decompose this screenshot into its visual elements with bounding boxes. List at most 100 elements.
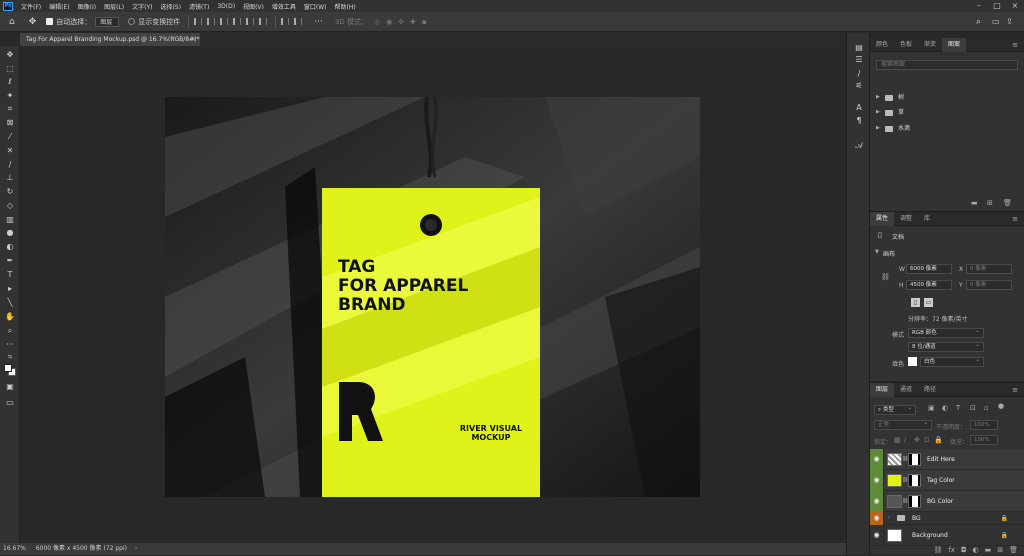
align-left-icon[interactable] [194, 18, 203, 25]
tab-libraries[interactable]: 库 [918, 212, 936, 226]
fill-field[interactable]: 100% [970, 435, 998, 445]
glyphs-icon[interactable]: 𝒜 [854, 141, 864, 151]
menu-file[interactable]: 文件(F) [17, 2, 45, 11]
pattern-folder-grass[interactable]: ▶ 草 [876, 106, 1018, 119]
opacity-field[interactable]: 100% [970, 420, 998, 430]
align-bottom-icon[interactable] [259, 18, 268, 25]
lock-position-icon[interactable]: ✥ [914, 436, 920, 444]
align-right-icon[interactable] [220, 18, 229, 25]
pen-tool-icon[interactable]: ✒ [4, 256, 16, 266]
layer-mask-thumbnail[interactable] [908, 494, 921, 508]
history-brush-tool-icon[interactable]: ↻ [4, 187, 16, 197]
new-group-icon[interactable]: ▬ [985, 546, 992, 554]
distribute-icon[interactable] [294, 18, 303, 25]
menu-view[interactable]: 视图(V) [239, 2, 268, 11]
add-mask-icon[interactable]: ◘ [961, 546, 967, 554]
filter-type-icon[interactable]: T [956, 404, 960, 412]
foreground-color-swatch[interactable] [4, 364, 12, 372]
new-layer-icon[interactable]: ⊞ [997, 546, 1003, 554]
quick-mask-icon[interactable]: ▣ [4, 382, 16, 392]
bit-depth-select[interactable]: 8 位/通道 [908, 341, 984, 352]
portrait-orientation-icon[interactable]: ▯ [911, 298, 920, 307]
fill-select[interactable]: 白色 [920, 356, 984, 367]
new-group-icon[interactable]: ▬ [971, 199, 978, 207]
eraser-tool-icon[interactable]: ◇ [4, 201, 16, 211]
menu-edit[interactable]: 编辑(E) [45, 2, 73, 11]
x-field[interactable]: 0 像素 [966, 264, 1012, 274]
canvas-area[interactable]: TAG FOR APPAREL BRAND RIVER VISUAL MOCKU… [21, 46, 846, 543]
delete-icon[interactable]: 🗑 [1003, 199, 1012, 207]
menu-image[interactable]: 图像(I) [74, 2, 100, 11]
crop-tool-icon[interactable]: ⌗ [4, 104, 16, 114]
panel-menu-icon[interactable]: ≡ [1012, 212, 1018, 226]
auto-select-checkbox[interactable]: 自动选择： [46, 17, 91, 27]
tab-color[interactable]: 颜色 [870, 38, 894, 52]
visibility-eye-icon[interactable]: ◉ [870, 448, 884, 470]
document-canvas[interactable]: TAG FOR APPAREL BRAND RIVER VISUAL MOCKU… [165, 97, 700, 497]
tab-channels[interactable]: 通道 [894, 383, 918, 397]
visibility-eye-icon[interactable]: ◉ [870, 490, 884, 512]
frame-tool-icon[interactable]: ⊠ [4, 118, 16, 128]
dodge-tool-icon[interactable]: ◐ [4, 242, 16, 252]
expand-icon[interactable]: ▶ [876, 122, 882, 135]
link-layers-icon[interactable]: ⛓ [933, 546, 942, 554]
healing-tool-icon[interactable]: ✕ [4, 146, 16, 156]
document-tab[interactable]: Tag For Apparel Branding Mockup.psd @ 16… [20, 33, 200, 46]
expand-icon[interactable]: ▶ [876, 91, 882, 104]
landscape-orientation-icon[interactable]: ▭ [924, 298, 933, 307]
eyedropper-tool-icon[interactable]: ⁄ [4, 132, 16, 142]
3d-orbit-icon[interactable]: ◎ [374, 18, 380, 26]
align-top-icon[interactable] [233, 18, 242, 25]
3d-slide-icon[interactable]: ✚ [410, 18, 416, 26]
fill-color-swatch[interactable] [908, 357, 917, 366]
home-icon[interactable]: ⌂ [9, 17, 15, 27]
menu-help[interactable]: 帮助(H) [331, 2, 360, 11]
lasso-tool-icon[interactable]: ℓ [4, 77, 16, 87]
width-field[interactable]: 6000 像素 [906, 264, 952, 274]
lock-all-icon[interactable]: 🔒 [934, 436, 943, 444]
align-center-icon[interactable] [207, 18, 216, 25]
tab-patterns[interactable]: 图案 [942, 37, 967, 52]
layer-style-icon[interactable]: fx [948, 546, 955, 554]
line-tool-icon[interactable]: ╲ [4, 298, 16, 308]
link-icon[interactable]: ⛓ [881, 273, 890, 281]
maximize-icon[interactable]: □ [988, 0, 1006, 12]
3d-roll-icon[interactable]: ◉ [386, 18, 392, 26]
blur-tool-icon[interactable]: ● [4, 228, 16, 238]
delete-layer-icon[interactable]: 🗑 [1009, 546, 1018, 554]
panel-menu-icon[interactable]: ≡ [1012, 383, 1018, 397]
align-middle-icon[interactable] [246, 18, 255, 25]
gradient-tool-icon[interactable]: ▥ [4, 215, 16, 225]
lock-pixels-icon[interactable]: ∕ [904, 436, 906, 444]
menu-3d[interactable]: 3D(D) [213, 3, 239, 10]
pattern-folder-water[interactable]: ▶ 水滴 [876, 122, 1018, 135]
menu-plugins[interactable]: 增效工具 [268, 2, 300, 11]
visibility-eye-icon[interactable]: ◉ [870, 469, 884, 491]
adjustments-icon[interactable]: ⚟ [854, 81, 864, 91]
3d-scale-icon[interactable]: ▪ [422, 18, 427, 26]
tab-paths[interactable]: 路径 [918, 383, 942, 397]
adjustment-layer-icon[interactable]: ◐ [973, 546, 979, 554]
visibility-eye-icon[interactable]: ◉ [870, 524, 884, 546]
swap-colors-icon[interactable]: ⇆ [4, 352, 16, 362]
workspace-icon[interactable]: ▭ [992, 17, 1000, 26]
menu-type[interactable]: 文字(Y) [128, 2, 156, 11]
layer-row-bg-color[interactable]: ◉ ⛓ BG Color [870, 490, 1024, 512]
color-mode-select[interactable]: RGB 颜色 [908, 327, 984, 338]
layer-row-background[interactable]: ◉ Background 🔒 [870, 524, 1024, 546]
screen-mode-icon[interactable]: ▭ [4, 398, 16, 408]
3d-pan-icon[interactable]: ✣ [398, 18, 404, 26]
collapse-icon[interactable]: ▼ [875, 249, 879, 255]
pattern-folder-tree[interactable]: ▶ 树 [876, 91, 1018, 104]
menu-window[interactable]: 窗口(W) [300, 2, 331, 11]
minimize-icon[interactable]: – [970, 0, 988, 12]
blend-mode-select[interactable]: 正常 [874, 419, 932, 430]
filter-toggle-icon[interactable]: ● [998, 402, 1004, 410]
distribute-icon[interactable] [281, 18, 290, 25]
layer-row-tag-color[interactable]: ◉ ⛓ Tag Color [870, 469, 1024, 491]
tab-swatches[interactable]: 色板 [894, 38, 918, 52]
zoom-tool-icon[interactable]: ⌕ [4, 326, 16, 336]
lock-transparent-icon[interactable]: ▦ [894, 436, 901, 444]
layer-row-edit-here[interactable]: ◉ ⛓ Edit Here [870, 448, 1024, 470]
y-field[interactable]: 0 像素 [966, 280, 1012, 290]
